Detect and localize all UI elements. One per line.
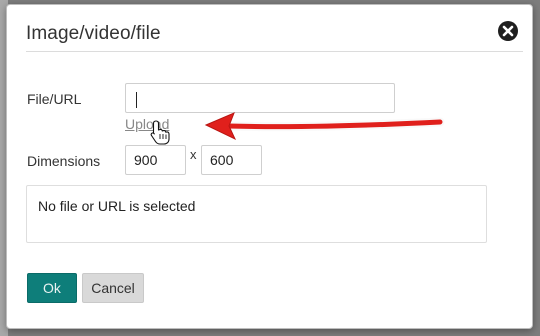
title-divider: [26, 51, 523, 52]
preview-area: No file or URL is selected: [26, 185, 487, 243]
dialog-title: Image/video/file: [26, 23, 161, 44]
image-dialog: Image/video/file File/URL Upload Dimensi…: [6, 4, 533, 329]
file-url-input[interactable]: [125, 83, 395, 113]
file-url-label: File/URL: [27, 91, 82, 107]
width-input[interactable]: [125, 145, 186, 175]
height-input[interactable]: [201, 145, 262, 175]
text-caret: [136, 92, 137, 108]
dimension-separator: x: [190, 147, 197, 162]
dimensions-label: Dimensions: [27, 153, 101, 169]
status-message: No file or URL is selected: [38, 198, 196, 214]
ok-button[interactable]: Ok: [27, 273, 77, 303]
close-icon[interactable]: [498, 21, 518, 41]
upload-link[interactable]: Upload: [125, 116, 169, 132]
cancel-button[interactable]: Cancel: [82, 273, 144, 303]
